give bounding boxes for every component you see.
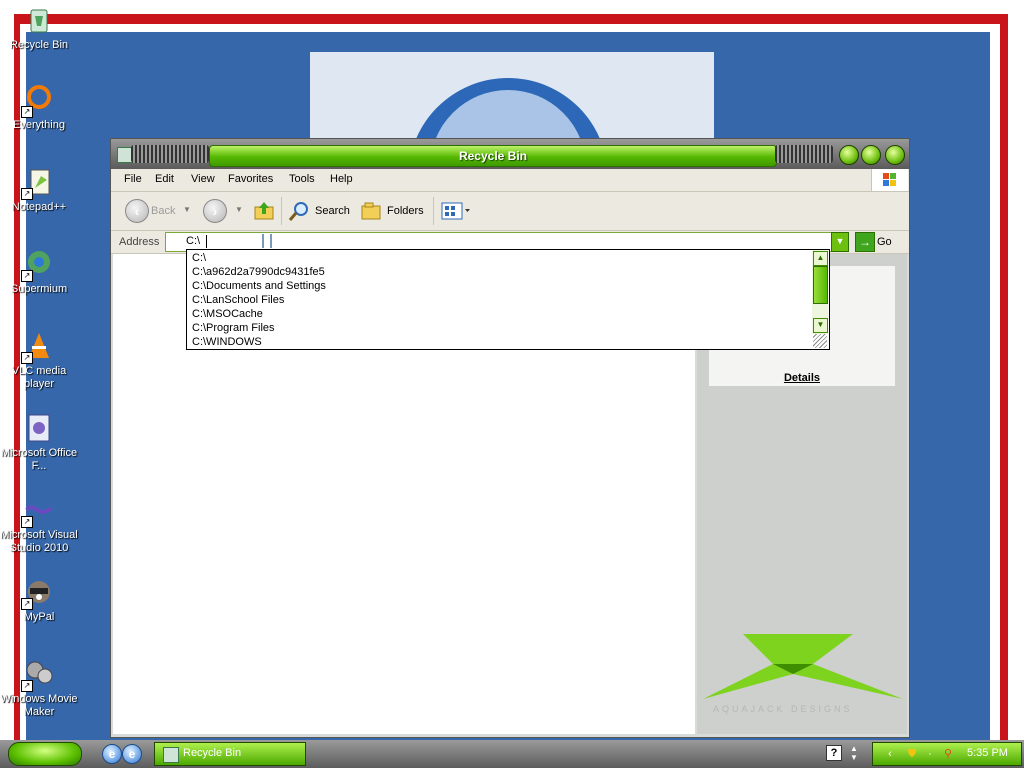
back-button-label[interactable]: Back (151, 205, 175, 217)
recycle-bin-small-icon (163, 747, 179, 763)
minimize-button[interactable] (839, 145, 859, 165)
desktop-icon-label: Microsoft Visual Studio 2010 (0, 529, 78, 554)
address-autocomplete-list: C:\ C:\a962d2a7990dc9431fe5 C:\Documents… (186, 249, 830, 350)
desktop-icon-recycle-bin[interactable]: Recycle Bin (0, 4, 78, 52)
notepad-plus-plus-icon: ↗ (21, 166, 55, 200)
menu-tools[interactable]: Tools (289, 173, 315, 185)
search-icon[interactable] (287, 200, 311, 225)
tray-scroll-arrows-icon[interactable]: ▲ ▼ (850, 744, 858, 762)
tray-expand-icon[interactable]: ‹ (883, 747, 897, 761)
text-caret (206, 235, 207, 248)
windows-flag-logo (871, 169, 908, 191)
movie-maker-film-icon: ↗ (21, 658, 55, 692)
taskbar-button-label: Recycle Bin (183, 747, 242, 759)
autocomplete-scrollbar[interactable]: ▲ ▼ (812, 250, 828, 334)
go-arrow-icon[interactable]: → (855, 232, 875, 252)
window-title: Recycle Bin (458, 149, 528, 163)
autocomplete-item[interactable]: C:\a962d2a7990dc9431fe5 (192, 266, 325, 279)
tray-dots-icon[interactable]: · (923, 747, 937, 761)
x-logo-icon (703, 634, 903, 699)
menu-edit[interactable]: Edit (155, 173, 174, 185)
title-bar[interactable]: Recycle Bin (111, 139, 909, 169)
ibeam-cursor-icon (262, 234, 272, 248)
desktop-icon-label: Everything (13, 119, 65, 131)
title-panel: Recycle Bin (209, 145, 777, 167)
desktop-icon-label: MyPal (23, 611, 55, 623)
clock[interactable]: 5:35 PM (967, 747, 1008, 759)
desktop-icon-everything[interactable]: ↗ Everything (0, 84, 78, 132)
toolbar-separator (433, 197, 434, 225)
desktop-icon-visual-studio[interactable]: ↗ Microsoft Visual Studio 2010 (0, 494, 78, 555)
desktop-icon-office[interactable]: Microsoft Office F... (0, 412, 78, 473)
title-grille-decoration (775, 145, 833, 163)
desktop-icon-label: Supermium (10, 283, 68, 295)
scroll-down-icon[interactable]: ▼ (813, 318, 828, 333)
recycle-bin-icon (23, 4, 55, 36)
internet-explorer-icon[interactable]: e (102, 744, 122, 764)
visual-studio-icon: ↗ (21, 494, 55, 528)
folders-icon[interactable] (360, 200, 384, 225)
title-grille-decoration (131, 145, 209, 163)
desktop-icon-supermium[interactable]: ↗ Supermium (0, 248, 78, 296)
explorer-window: Recycle Bin File Edit View Favorites Too… (110, 138, 910, 738)
desktop-icon-label: VLC media player (11, 365, 67, 390)
search-button-label[interactable]: Search (315, 205, 350, 217)
go-button-label[interactable]: Go (877, 236, 892, 248)
address-value[interactable]: C:\ (186, 235, 200, 247)
desktop-icon-label: Notepad++ (11, 201, 67, 213)
details-heading[interactable]: Details (709, 372, 895, 384)
desktop-icon-mypal[interactable]: ↗ MyPal (0, 576, 78, 624)
address-dropdown-button[interactable]: ▼ (831, 232, 849, 252)
taskbar: e e Recycle Bin ? ▲ ▼ ‹ ⛊ · ⚲ 5:35 PM (0, 740, 1024, 768)
start-button[interactable] (8, 742, 82, 766)
resize-grip-icon[interactable] (813, 334, 827, 348)
mypal-raccoon-icon: ↗ (21, 576, 55, 610)
address-label: Address (119, 236, 160, 248)
desktop-icon-notepad-plus-plus[interactable]: ↗ Notepad++ (0, 166, 78, 214)
vlc-cone-icon: ↗ (21, 330, 55, 364)
desktop-icon-vlc[interactable]: ↗ VLC media player (0, 330, 78, 391)
menu-help[interactable]: Help (330, 173, 353, 185)
system-tray: ‹ ⛊ · ⚲ 5:35 PM (872, 742, 1022, 766)
scroll-up-icon[interactable]: ▲ (813, 251, 828, 266)
help-icon[interactable]: ? (826, 745, 842, 761)
brand-watermark: AQUAJACK DESIGNS (713, 704, 853, 714)
office-document-icon (23, 412, 55, 444)
back-arrow-icon[interactable]: ‹ (125, 199, 149, 223)
maximize-button[interactable] (861, 145, 881, 165)
desktop-icon-label: Microsoft Office F... (0, 447, 78, 472)
autocomplete-item[interactable]: C:\MSOCache (192, 308, 263, 321)
desktop-icon-label: Windows Movie Maker (0, 693, 78, 718)
autocomplete-item[interactable]: C:\Program Files (192, 322, 275, 335)
toolbar-separator (281, 197, 282, 225)
forward-arrow-icon[interactable]: › (203, 199, 227, 223)
search-tray-icon[interactable]: ⚲ (941, 747, 955, 761)
folders-button-label[interactable]: Folders (387, 205, 424, 217)
scrollbar-thumb[interactable] (813, 266, 828, 304)
autocomplete-item[interactable]: C:\LanSchool Files (192, 294, 284, 307)
autocomplete-item[interactable]: C:\Documents and Settings (192, 280, 326, 293)
standard-toolbar: ‹ Back ▼ › ▼ Search Folders (111, 192, 909, 231)
everything-icon: ↗ (21, 84, 55, 118)
internet-explorer-icon[interactable]: e (122, 744, 142, 764)
desktop-icon-label: Recycle Bin (9, 39, 69, 51)
security-shield-icon[interactable]: ⛊ (905, 747, 919, 761)
supermium-icon: ↗ (21, 248, 55, 282)
wallpaper-picture (310, 52, 714, 152)
close-button[interactable] (885, 145, 905, 165)
forward-dropdown-icon[interactable]: ▼ (235, 205, 243, 214)
back-dropdown-icon[interactable]: ▼ (183, 205, 191, 214)
menu-bar: File Edit View Favorites Tools Help (111, 169, 909, 192)
menu-file[interactable]: File (124, 173, 142, 185)
desktop-icon-movie-maker[interactable]: ↗ Windows Movie Maker (0, 658, 78, 719)
autocomplete-item[interactable]: C:\WINDOWS (192, 336, 262, 349)
views-icon[interactable] (441, 200, 471, 225)
menu-favorites[interactable]: Favorites (228, 173, 273, 185)
autocomplete-item[interactable]: C:\ (192, 252, 206, 265)
menu-view[interactable]: View (191, 173, 215, 185)
up-folder-icon[interactable] (253, 200, 275, 225)
taskbar-button-recycle-bin[interactable]: Recycle Bin (154, 742, 306, 766)
